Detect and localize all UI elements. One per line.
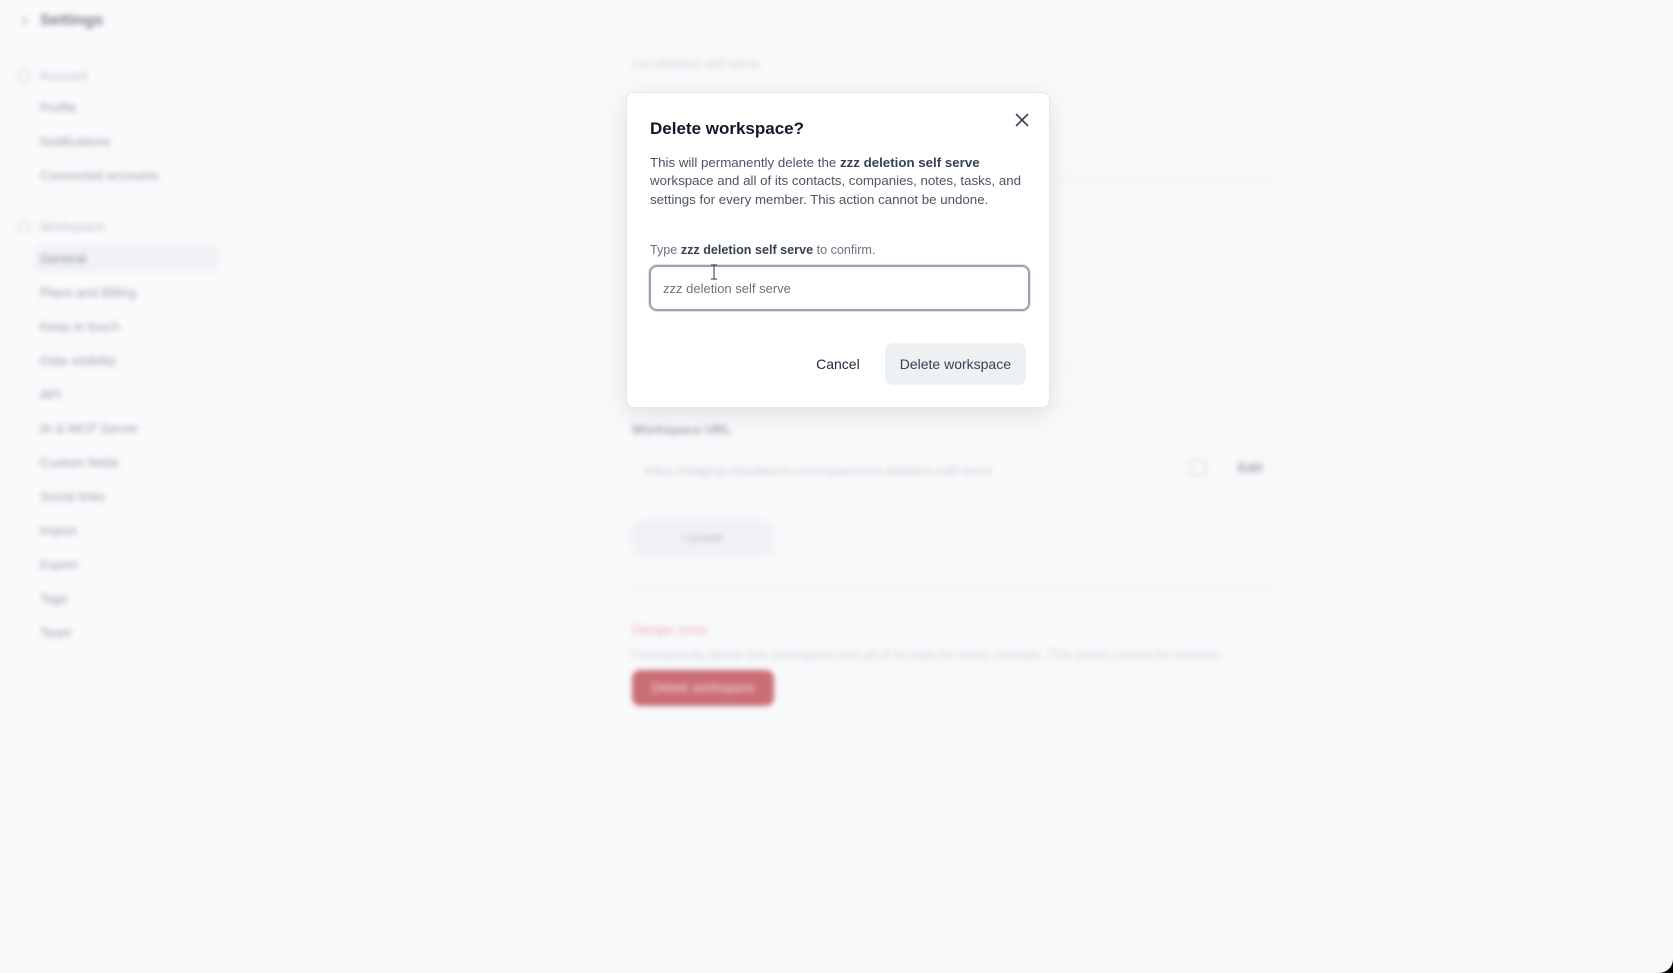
confirm-workspace-name-input[interactable]	[649, 265, 1030, 311]
description-suffix: workspace and all of its contacts, compa…	[650, 173, 1022, 207]
confirm-workspace-name: zzz deletion self serve	[680, 243, 814, 257]
confirm-suffix: to confirm.	[813, 243, 876, 257]
workspace-name-emphasis: zzz deletion self serve	[839, 155, 980, 170]
confirm-instruction: Type zzz deletion self serve to confirm.	[650, 243, 875, 257]
cancel-button[interactable]: Cancel	[801, 343, 875, 385]
dialog-description: This will permanently delete the zzz del…	[650, 154, 1030, 209]
delete-workspace-button[interactable]: Delete workspace	[884, 343, 1026, 385]
dialog-actions: Cancel Delete workspace	[801, 343, 1026, 385]
description-prefix: This will permanently delete the	[650, 155, 840, 170]
close-icon	[1015, 113, 1029, 127]
close-button[interactable]	[1011, 109, 1033, 131]
confirm-prefix: Type	[650, 243, 681, 257]
settings-window: ‹ Settings Account Profile Notifications…	[0, 0, 1673, 973]
delete-workspace-dialog: Delete workspace? This will permanently …	[626, 92, 1050, 408]
text-cursor-icon	[711, 264, 717, 280]
dialog-title: Delete workspace?	[650, 119, 805, 138]
